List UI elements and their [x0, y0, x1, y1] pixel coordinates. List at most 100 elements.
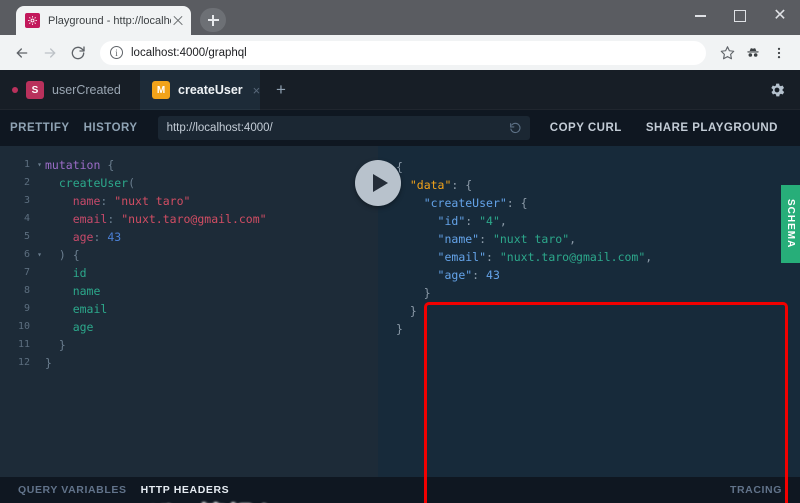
line-text: createUser(	[58, 176, 136, 190]
back-button[interactable]	[8, 39, 36, 67]
line-text: "age": 43	[437, 268, 500, 282]
close-icon: ✕	[773, 7, 787, 24]
line-text: }	[396, 322, 403, 336]
result-line: "name": "nuxt taro",	[378, 230, 800, 248]
line-number: 6	[23, 249, 30, 260]
endpoint-url-input[interactable]: http://localhost:4000/	[157, 116, 530, 140]
line-text: age	[72, 320, 94, 334]
prettify-button[interactable]: PRETTIFY	[10, 122, 70, 134]
fold-toggle-icon[interactable]: ▾	[34, 246, 45, 264]
fold-toggle-icon	[378, 266, 396, 284]
editor-line: 2 createUser(	[0, 174, 378, 192]
line-number: 8	[23, 285, 30, 296]
http-headers-tab[interactable]: HTTP HEADERS	[141, 484, 230, 496]
result-line: "email": "nuxt.taro@gmail.com",	[378, 248, 800, 266]
fold-toggle-icon	[378, 248, 396, 266]
editor-line: 10 age	[0, 318, 378, 336]
playground-tab-label: createUser	[178, 83, 243, 97]
playground-tab-label: userCreated	[52, 83, 121, 97]
playground-tab-close-icon[interactable]: ×	[253, 83, 261, 98]
fold-toggle-icon	[34, 264, 45, 282]
line-text: id	[72, 266, 87, 280]
gear-icon[interactable]	[768, 81, 786, 99]
line-number: 1	[23, 159, 30, 170]
query-editor-code[interactable]: 1 ▾ mutation {2 createUser(3 name: "nuxt t…	[0, 146, 378, 372]
forward-button[interactable]	[36, 39, 64, 67]
result-line: ▾{	[378, 158, 800, 176]
line-text: "data": {	[409, 178, 473, 192]
reload-docs-icon[interactable]	[509, 122, 522, 135]
editor-line: 7 id	[0, 264, 378, 282]
fold-toggle-icon	[378, 212, 396, 230]
fold-toggle-icon	[34, 192, 45, 210]
mutation-badge: M	[152, 81, 170, 99]
line-number: 12	[17, 357, 30, 368]
line-number: 11	[17, 339, 30, 350]
editor-line: 9 email	[0, 300, 378, 318]
playground-panes: 1 ▾ mutation {2 createUser(3 name: "nuxt t…	[0, 146, 800, 503]
share-playground-button[interactable]: SHARE PLAYGROUND	[634, 122, 790, 134]
line-text: "id": "4",	[437, 214, 507, 228]
reload-button[interactable]	[64, 39, 92, 67]
browser-tab-title: Playground - http://localhost:400	[48, 14, 171, 27]
editor-line: 5 age: 43	[0, 228, 378, 246]
incognito-icon[interactable]	[740, 40, 766, 66]
query-variables-tab[interactable]: QUERY VARIABLES	[18, 484, 127, 496]
result-line: "age": 43	[378, 266, 800, 284]
fold-toggle-icon	[34, 174, 45, 192]
fold-toggle-icon	[34, 300, 45, 318]
window-close-button[interactable]: ✕	[760, 0, 800, 32]
editor-line: 1 ▾ mutation {	[0, 156, 378, 174]
line-text: ) {	[45, 248, 80, 262]
line-text: name	[72, 284, 101, 298]
line-number: 10	[17, 321, 30, 332]
star-icon[interactable]	[714, 40, 740, 66]
line-text: "email": "nuxt.taro@gmail.com",	[437, 250, 653, 264]
window-minimize-button[interactable]	[680, 0, 720, 32]
schema-tab[interactable]: SCHEMA	[781, 185, 800, 263]
execute-query-play-button[interactable]	[355, 160, 401, 206]
tracing-tab[interactable]: TRACING	[730, 484, 782, 496]
line-number: 2	[23, 177, 30, 188]
line-text: email	[72, 302, 108, 316]
copy-curl-button[interactable]: COPY CURL	[538, 122, 634, 134]
fold-toggle-icon	[378, 230, 396, 248]
line-text: }	[396, 286, 431, 300]
line-text: }	[45, 356, 52, 370]
editor-line: 4 email: "nuxt.taro@gmail.com"	[0, 210, 378, 228]
playground-new-tab-button[interactable]: +	[265, 70, 297, 110]
fold-toggle-icon	[34, 282, 45, 300]
fold-toggle-icon	[378, 284, 396, 302]
line-text: name: "nuxt taro"	[72, 194, 191, 208]
line-text: mutation {	[45, 158, 115, 172]
playground-tab-userCreated[interactable]: S userCreated	[0, 70, 140, 110]
fold-toggle-icon	[378, 320, 396, 338]
result-line: }	[378, 302, 800, 320]
fold-toggle-icon	[34, 354, 45, 372]
fold-toggle-icon	[34, 336, 45, 354]
subscription-badge: S	[26, 81, 44, 99]
editor-line: 12}	[0, 354, 378, 372]
new-browser-tab-button[interactable]	[200, 8, 226, 32]
omnibox[interactable]: i localhost:4000/graphql	[100, 40, 706, 65]
window-maximize-button[interactable]	[720, 0, 760, 32]
site-info-icon[interactable]: i	[110, 46, 123, 59]
line-text: "createUser": {	[423, 196, 528, 210]
playground-footer: QUERY VARIABLES HTTP HEADERS TRACING	[0, 477, 800, 503]
editor-line: 3 name: "nuxt taro"	[0, 192, 378, 210]
browser-tab-close-icon[interactable]	[171, 14, 185, 28]
browser-tab[interactable]: Playground - http://localhost:400	[16, 6, 191, 35]
result-viewer-pane[interactable]: ▾{▾ "data": {▾ "createUser": { "id": "4"…	[378, 146, 800, 477]
omnibox-url-text: localhost:4000/graphql	[131, 46, 247, 59]
history-button[interactable]: HISTORY	[84, 122, 138, 134]
graphql-playground-icon	[25, 13, 40, 28]
three-dot-menu-icon[interactable]	[766, 40, 792, 66]
line-number: 4	[23, 213, 30, 224]
line-text: age: 43	[72, 230, 122, 244]
playground-tab-createUser[interactable]: M createUser ×	[140, 70, 260, 110]
fold-toggle-icon[interactable]: ▾	[34, 156, 45, 174]
line-text: email: "nuxt.taro@gmail.com"	[72, 212, 267, 226]
browser-window: Playground - http://localhost:400 ✕ i lo…	[0, 0, 800, 503]
query-editor-pane[interactable]: 1 ▾ mutation {2 createUser(3 name: "nuxt t…	[0, 146, 378, 477]
result-line: }	[378, 320, 800, 338]
